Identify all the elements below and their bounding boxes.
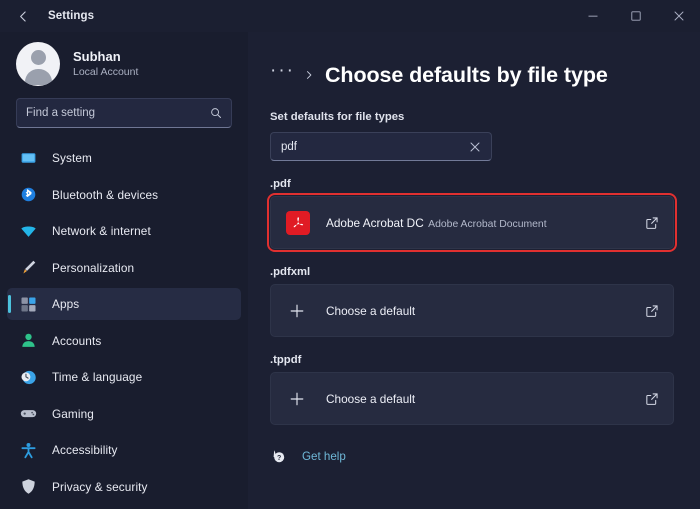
account-section[interactable]: Subhan Local Account	[0, 32, 248, 96]
adobe-acrobat-icon	[286, 210, 310, 235]
search-icon	[210, 107, 222, 119]
window-title: Settings	[48, 10, 95, 22]
default-app-card-pdf[interactable]: Adobe Acrobat DC Adobe Acrobat Document	[267, 193, 677, 252]
apps-icon	[19, 295, 38, 314]
plus-icon	[286, 388, 308, 410]
gaming-controller-icon	[19, 404, 38, 423]
extension-label-pdf: .pdf	[270, 178, 291, 190]
default-app-card-tppdf[interactable]: Choose a default	[270, 372, 674, 425]
sidebar-item-apps[interactable]: Apps	[7, 288, 241, 320]
maximize-icon	[630, 11, 641, 21]
minimize-icon	[588, 15, 597, 17]
clear-filter-button[interactable]	[467, 139, 483, 155]
sidebar-item-system[interactable]: System	[7, 142, 241, 174]
extension-label-tppdf: .tppdf	[270, 354, 302, 366]
title-bar: Settings	[0, 0, 700, 32]
avatar	[16, 42, 60, 86]
extension-label-pdfxml: .pdfxml	[270, 266, 311, 278]
sidebar-item-network-internet[interactable]: Network & internet	[7, 215, 241, 247]
get-help-link[interactable]: Get help	[302, 450, 346, 463]
close-icon	[674, 11, 683, 21]
open-external-icon[interactable]	[645, 216, 659, 230]
page-title: Choose defaults by file type	[324, 62, 608, 87]
window-body: Subhan Local Account Find a setting Syst…	[0, 32, 700, 509]
sidebar-item-gaming[interactable]: Gaming	[7, 398, 241, 430]
breadcrumb: ··· Choose defaults by file type	[270, 58, 686, 92]
system-icon	[19, 149, 38, 168]
main-content: ··· Choose defaults by file type Set def…	[248, 32, 700, 509]
sidebar-item-label: Accounts	[52, 333, 102, 348]
get-help-icon: ?	[270, 447, 288, 465]
sidebar-item-accounts[interactable]: Accounts	[7, 325, 241, 357]
plus-icon	[286, 300, 308, 322]
sidebar-item-label: Accessibility	[52, 443, 118, 457]
breadcrumb-overflow-button[interactable]: ···	[270, 61, 295, 85]
sidebar-item-label: System	[52, 151, 92, 165]
account-name: Subhan	[73, 49, 121, 64]
sidebar-item-label: Personalization	[52, 260, 135, 275]
search-input[interactable]: Find a setting	[16, 98, 232, 128]
app-description: Adobe Acrobat Document	[428, 218, 547, 230]
settings-window: Settings Subhan Local Account Find a set…	[0, 0, 700, 509]
filter-value: pdf	[281, 140, 297, 153]
sidebar-item-label: Network & internet	[52, 224, 151, 238]
app-texts: Adobe Acrobat DC Adobe Acrobat Document	[326, 214, 645, 232]
bluetooth-icon	[19, 185, 38, 204]
sidebar-item-time-language[interactable]: Time & language	[7, 361, 241, 393]
choose-default-label: Choose a default	[326, 303, 416, 318]
minimize-button[interactable]	[571, 0, 614, 32]
sidebar-search-wrap: Find a setting	[0, 98, 248, 128]
sidebar-item-label: Gaming	[52, 406, 94, 421]
time-language-icon	[19, 368, 38, 387]
sidebar: Subhan Local Account Find a setting Syst…	[0, 32, 248, 509]
shield-icon	[19, 477, 38, 496]
sidebar-nav: System Bluetooth & devices Network & int…	[0, 142, 248, 509]
app-name: Adobe Acrobat DC	[326, 215, 424, 230]
get-help-row[interactable]: ? Get help	[270, 447, 686, 465]
sidebar-item-label: Time & language	[52, 370, 143, 384]
close-button[interactable]	[657, 0, 700, 32]
default-app-card-pdfxml[interactable]: Choose a default	[270, 284, 674, 337]
back-button[interactable]	[8, 1, 38, 31]
sidebar-item-personalization[interactable]: Personalization	[7, 252, 241, 284]
sidebar-item-label: Privacy & security	[52, 479, 148, 494]
sidebar-item-label: Bluetooth & devices	[52, 187, 159, 202]
sidebar-item-accessibility[interactable]: Accessibility	[7, 434, 241, 466]
accessibility-icon	[19, 441, 38, 460]
search-placeholder: Find a setting	[26, 107, 96, 119]
personalization-brush-icon	[19, 258, 38, 277]
back-arrow-icon	[19, 10, 26, 22]
window-controls	[571, 0, 700, 32]
maximize-button[interactable]	[614, 0, 657, 32]
sidebar-item-bluetooth-devices[interactable]: Bluetooth & devices	[7, 179, 241, 211]
close-icon	[470, 142, 480, 151]
chevron-right-icon	[304, 70, 314, 80]
sidebar-item-label: Apps	[52, 297, 80, 311]
open-external-icon[interactable]	[645, 304, 659, 318]
section-label: Set defaults for file types	[270, 111, 405, 123]
account-subtitle: Local Account	[73, 66, 139, 78]
account-text: Subhan Local Account	[73, 48, 138, 80]
svg-text:?: ?	[277, 455, 281, 462]
sidebar-item-privacy-security[interactable]: Privacy & security	[7, 471, 241, 503]
network-icon	[19, 222, 38, 241]
file-type-filter-input[interactable]: pdf	[270, 132, 492, 161]
open-external-icon[interactable]	[645, 392, 659, 406]
choose-default-label: Choose a default	[326, 391, 416, 406]
accounts-icon	[19, 331, 38, 350]
